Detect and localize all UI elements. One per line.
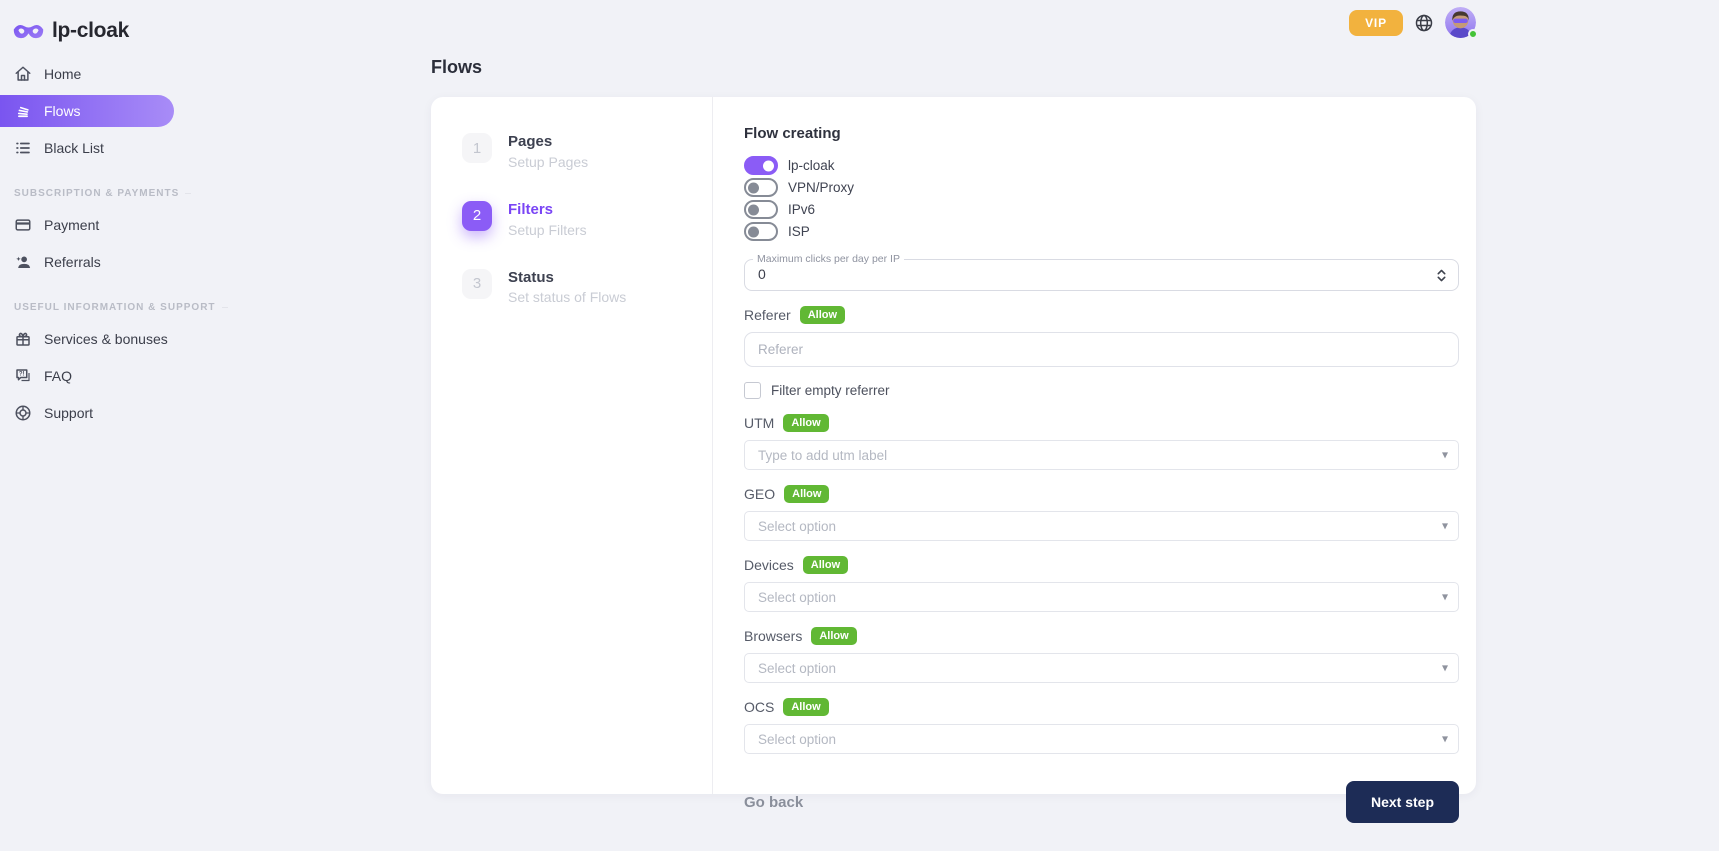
form-footer: Go back Next step [744, 781, 1459, 823]
referer-label: Referer [744, 307, 791, 323]
next-step-button[interactable]: Next step [1346, 781, 1459, 823]
referer-input[interactable] [744, 332, 1459, 367]
max-clicks-input[interactable] [745, 261, 1458, 286]
toggle-label: IPv6 [788, 202, 815, 217]
globe-icon[interactable] [1414, 13, 1434, 33]
step-number: 3 [462, 269, 492, 299]
ipv6-toggle[interactable] [744, 200, 778, 219]
isp-toggle[interactable] [744, 222, 778, 241]
sidebar-item-black-list[interactable]: Black List [0, 132, 174, 164]
toggle-row-vpn-proxy[interactable]: VPN/Proxy [744, 177, 1459, 198]
browsers-label: Browsers [744, 628, 802, 644]
toggle-label: ISP [788, 224, 810, 239]
sidebar-item-services[interactable]: Services & bonuses [0, 323, 174, 355]
sidebar-item-label: Black List [44, 140, 104, 156]
step-number: 2 [462, 201, 492, 231]
sidebar-item-label: Support [44, 405, 93, 421]
sidebar-item-label: Home [44, 66, 81, 82]
step-title: Pages [508, 134, 588, 150]
header-actions: VIP [1349, 7, 1476, 38]
sidebar-item-referrals[interactable]: Referrals [0, 246, 174, 278]
browsers-select[interactable] [744, 653, 1459, 683]
faq-bubble-icon: ?! [14, 367, 32, 385]
toggle-row-lp-cloak[interactable]: lp-cloak [744, 155, 1459, 176]
sidebar-item-label: Referrals [44, 254, 101, 270]
devices-allow-badge[interactable]: Allow [803, 556, 848, 574]
step-subtitle: Set status of Flows [508, 289, 626, 305]
ocs-label: OCS [744, 699, 774, 715]
step-subtitle: Setup Filters [508, 222, 587, 238]
geo-allow-badge[interactable]: Allow [784, 485, 829, 503]
step-title: Status [508, 270, 626, 286]
number-stepper-icon[interactable] [1436, 268, 1447, 288]
sidebar-item-home[interactable]: Home [0, 58, 174, 90]
avatar[interactable] [1445, 7, 1476, 38]
credit-card-icon [14, 216, 32, 234]
list-icon [14, 139, 32, 157]
step-title: Filters [508, 202, 587, 218]
go-back-button[interactable]: Go back [744, 794, 803, 811]
flows-stack-icon [14, 102, 32, 120]
brand-name: lp-cloak [52, 19, 129, 43]
geo-select[interactable] [744, 511, 1459, 541]
lp-cloak-toggle[interactable] [744, 156, 778, 175]
devices-label: Devices [744, 557, 794, 573]
sidebar-item-support[interactable]: Support [0, 397, 174, 429]
toggle-row-isp[interactable]: ISP [744, 221, 1459, 242]
svg-text:?!: ?! [19, 372, 25, 378]
devices-select[interactable] [744, 582, 1459, 612]
toggle-label: lp-cloak [788, 158, 835, 173]
referer-allow-badge[interactable]: Allow [800, 306, 845, 324]
sidebar-item-label: FAQ [44, 368, 72, 384]
sidebar: lp-cloak Home Flows Black List SUBSCRIPT… [0, 0, 174, 851]
flow-card: 1 Pages Setup Pages 2 Filters Setup Filt… [431, 97, 1476, 794]
utm-label: UTM [744, 415, 774, 431]
mask-icon [13, 20, 44, 42]
step-filters[interactable]: 2 Filters Setup Filters [462, 201, 712, 238]
geo-label: GEO [744, 486, 775, 502]
step-subtitle: Setup Pages [508, 154, 588, 170]
form-title: Flow creating [744, 125, 1459, 142]
filter-empty-referrer-row[interactable]: Filter empty referrer [744, 382, 1459, 399]
step-status[interactable]: 3 Status Set status of Flows [462, 269, 712, 306]
person-add-icon [14, 253, 32, 271]
devices-label-row: Devices Allow [744, 556, 1459, 574]
filter-empty-referrer-checkbox[interactable] [744, 382, 761, 399]
home-icon [14, 65, 32, 83]
online-status-dot [1468, 29, 1478, 39]
brand-logo[interactable]: lp-cloak [0, 0, 174, 48]
sidebar-section-subscription: SUBSCRIPTION & PAYMENTS [0, 188, 168, 199]
vpn-proxy-toggle[interactable] [744, 178, 778, 197]
gift-icon [14, 330, 32, 348]
sidebar-nav: Home Flows Black List SUBSCRIPTION & PAY… [0, 58, 174, 429]
flow-creating-form: Flow creating lp-cloak VPN/Proxy IPv6 IS… [713, 97, 1476, 794]
sidebar-item-flows[interactable]: Flows [0, 95, 174, 127]
step-pages[interactable]: 1 Pages Setup Pages [462, 133, 712, 170]
step-number: 1 [462, 133, 492, 163]
ocs-label-row: OCS Allow [744, 698, 1459, 716]
toggle-label: VPN/Proxy [788, 180, 854, 195]
sidebar-item-faq[interactable]: ?! FAQ [0, 360, 174, 392]
utm-input[interactable] [744, 440, 1459, 470]
utm-label-row: UTM Allow [744, 414, 1459, 432]
ocs-select[interactable] [744, 724, 1459, 754]
sidebar-item-label: Payment [44, 217, 99, 233]
sidebar-item-label: Services & bonuses [44, 331, 168, 347]
checkbox-label: Filter empty referrer [771, 383, 890, 398]
ocs-allow-badge[interactable]: Allow [783, 698, 828, 716]
sidebar-section-support: USEFUL INFORMATION & SUPPORT [0, 302, 168, 313]
page-title: Flows [431, 57, 482, 78]
browsers-label-row: Browsers Allow [744, 627, 1459, 645]
sidebar-item-payment[interactable]: Payment [0, 209, 174, 241]
stepper: 1 Pages Setup Pages 2 Filters Setup Filt… [431, 97, 713, 794]
toggle-row-ipv6[interactable]: IPv6 [744, 199, 1459, 220]
lifebuoy-icon [14, 404, 32, 422]
utm-allow-badge[interactable]: Allow [783, 414, 828, 432]
referer-label-row: Referer Allow [744, 306, 1459, 324]
browsers-allow-badge[interactable]: Allow [811, 627, 856, 645]
geo-label-row: GEO Allow [744, 485, 1459, 503]
vip-button[interactable]: VIP [1349, 10, 1403, 36]
max-clicks-field: Maximum clicks per day per IP [744, 253, 1459, 291]
sidebar-item-label: Flows [44, 103, 81, 119]
